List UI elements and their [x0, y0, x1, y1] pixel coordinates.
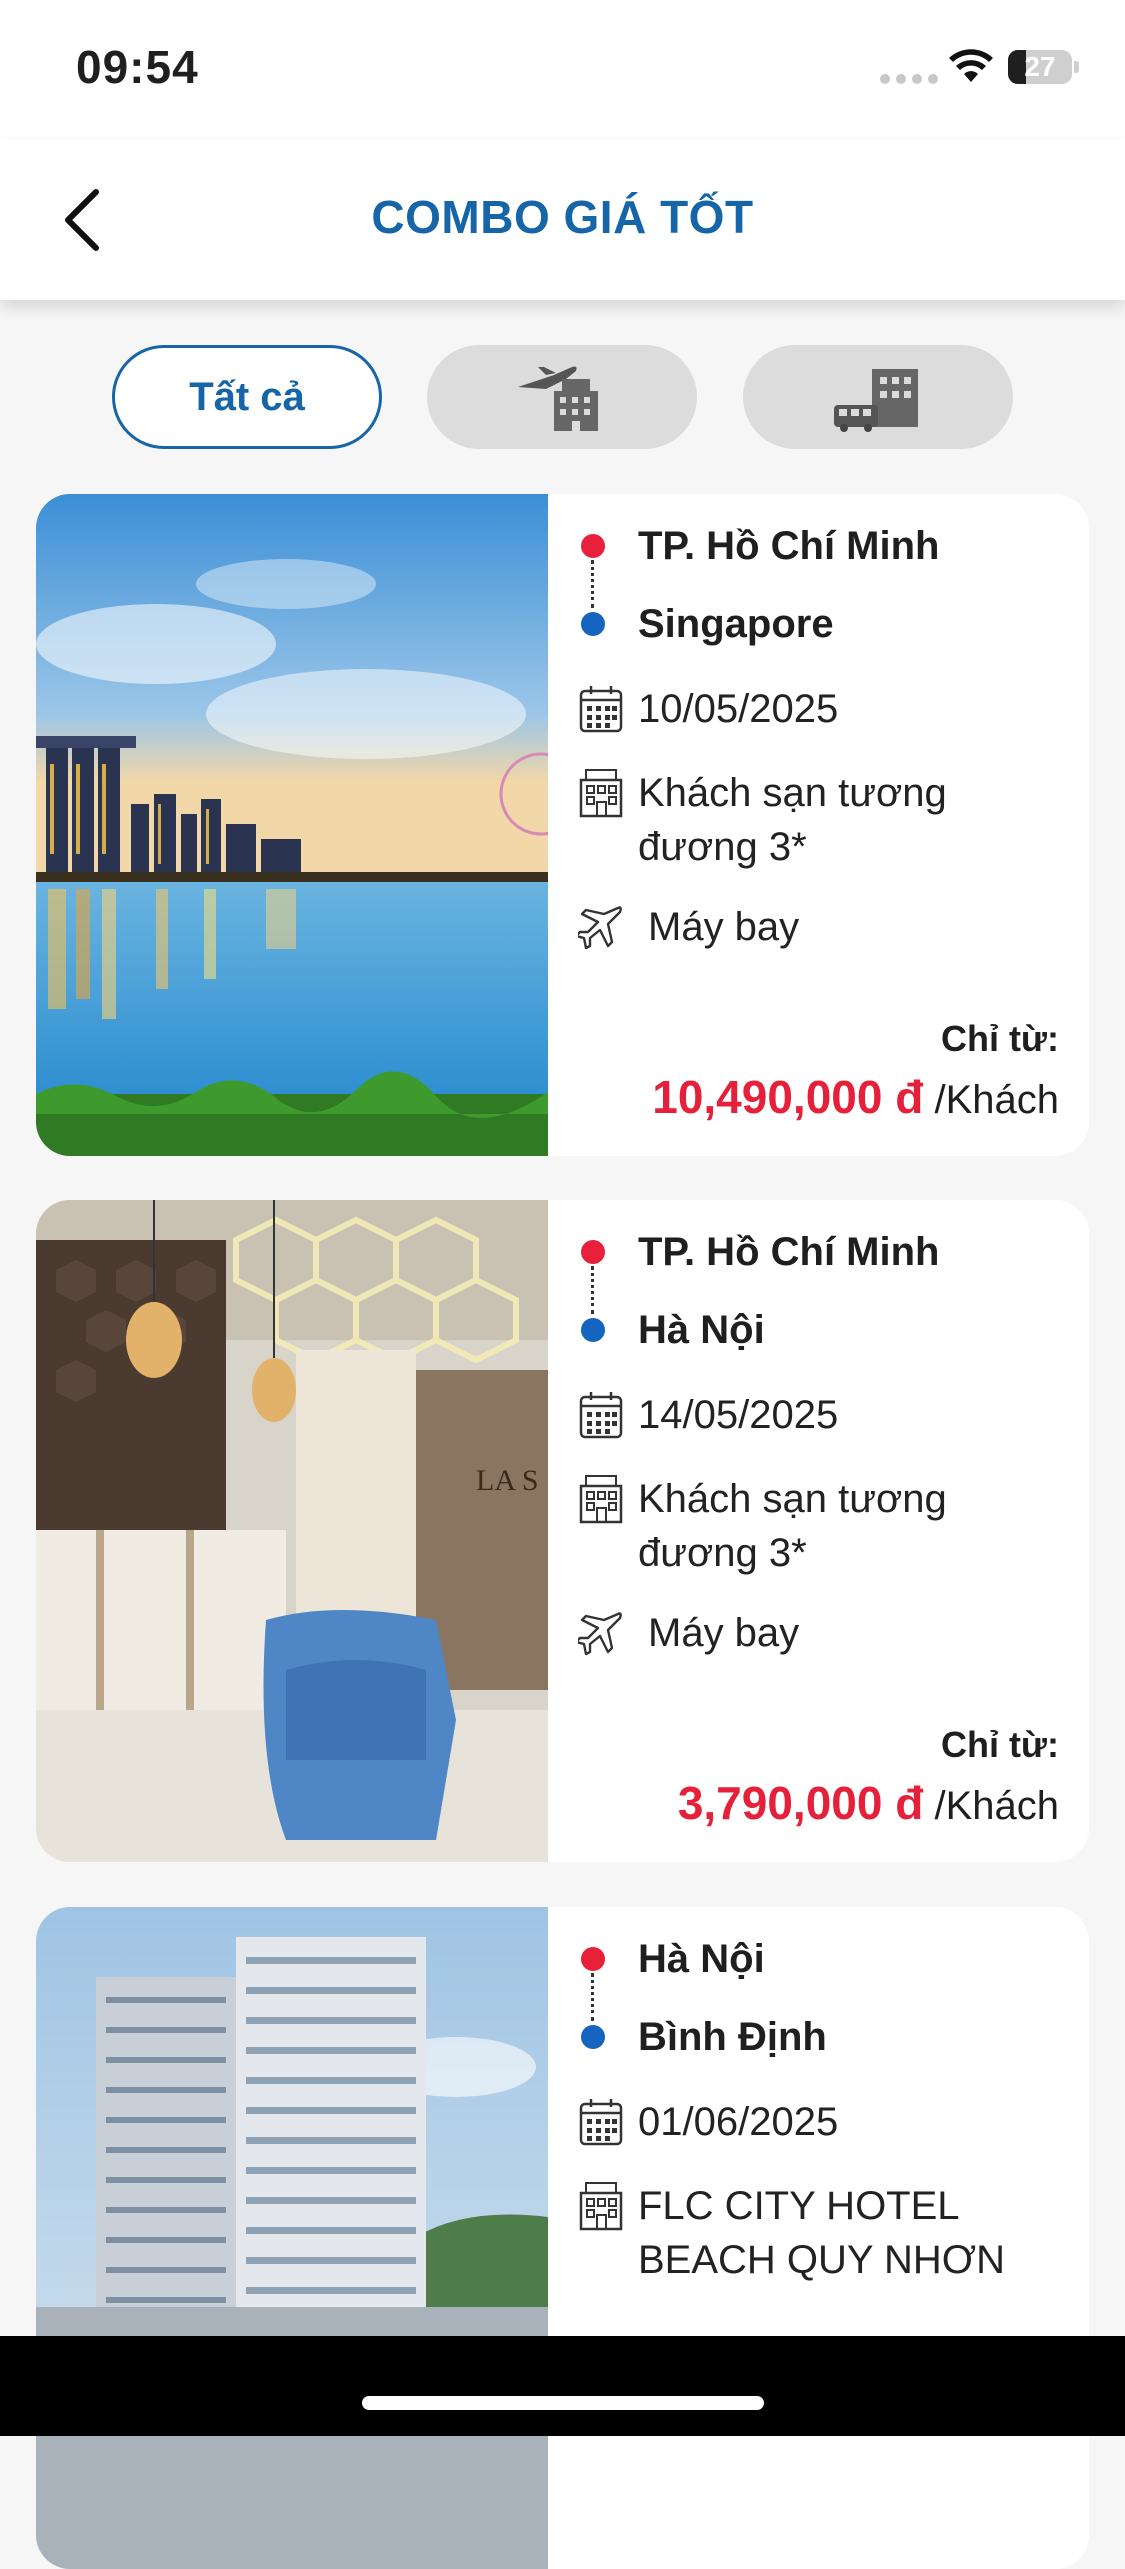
airplane-icon: [578, 1612, 622, 1656]
combo-info: TP. Hồ Chí Minh Hà Nội 14/05/2025 Khách …: [548, 1200, 1089, 1862]
destination-dot: [581, 1318, 605, 1342]
price-row: 10,490,000 đ /Khách: [652, 1070, 1059, 1124]
combo-card[interactable]: LA S TP. Hồ Chí Minh Hà Nội 14/05/2025 K…: [36, 1200, 1089, 1862]
airplane-icon: [578, 906, 622, 950]
combo-photo-singapore: [36, 494, 548, 1156]
combo-info: TP. Hồ Chí Minh Singapore 10/05/2025 Khá…: [548, 494, 1089, 1156]
page-title: COMBO GIÁ TỐT: [371, 191, 754, 243]
combo-card[interactable]: TP. Hồ Chí Minh Singapore 10/05/2025 Khá…: [36, 494, 1089, 1156]
calendar-icon: [579, 1392, 623, 1439]
price-label: Chỉ từ:: [940, 1724, 1059, 1765]
route-line: [591, 1973, 594, 2021]
battery-tip: [1074, 61, 1079, 73]
battery-level: 27: [1024, 51, 1056, 82]
wifi-icon: [949, 49, 993, 82]
combo-photo-flc-hotel: [36, 1907, 548, 2569]
hotel-name-line2: đương 3*: [638, 825, 807, 869]
origin-city: TP. Hồ Chí Minh: [638, 1230, 940, 1274]
home-indicator[interactable]: [362, 2396, 764, 2410]
hotel-name-line2: BEACH QUY NHƠN: [638, 2238, 1005, 2282]
hotel-name: Khách sạn tương đương 3*: [638, 1472, 947, 1580]
combo-card[interactable]: Hà Nội Bình Định 01/06/2025 FLC CITY HOT…: [36, 1907, 1089, 2569]
hotel-icon: [579, 2182, 623, 2231]
combo-info: Hà Nội Bình Định 01/06/2025 FLC CITY HOT…: [548, 1907, 1089, 2569]
calendar-icon: [579, 2099, 623, 2146]
hotel-name-line1: Khách sạn tương: [638, 771, 947, 815]
cellular-signal-icon: [880, 74, 938, 84]
hotel-name: Khách sạn tương đương 3*: [638, 766, 947, 874]
bus-hotel-icon: [834, 369, 918, 432]
svg-text:LA S: LA S: [476, 1464, 539, 1497]
status-bar: 09:54 27: [0, 0, 1125, 140]
price-row: 3,790,000 đ /Khách: [678, 1776, 1059, 1830]
transport-type: Máy bay: [648, 1611, 800, 1655]
combo-date: 10/05/2025: [638, 687, 839, 731]
filter-bus-hotel-chip[interactable]: [743, 345, 1013, 449]
plane-hotel-icon: [518, 366, 598, 431]
battery-icon: 27: [1008, 50, 1072, 84]
origin-dot: [581, 1947, 605, 1971]
filter-all-label: Tất cả: [189, 374, 305, 419]
price-unit: /Khách: [934, 1784, 1059, 1828]
hotel-name-line1: Khách sạn tương: [638, 1477, 947, 1521]
destination-city: Bình Định: [638, 2015, 827, 2059]
hotel-icon: [579, 1475, 623, 1524]
destination-dot: [581, 612, 605, 636]
hotel-name: FLC CITY HOTEL BEACH QUY NHƠN: [638, 2179, 1005, 2287]
hotel-icon: [579, 769, 623, 818]
hotel-name-line2: đương 3*: [638, 1531, 807, 1575]
bottom-bar: [0, 2336, 1125, 2436]
combo-date: 14/05/2025: [638, 1393, 839, 1437]
filter-flight-hotel-chip[interactable]: [427, 345, 697, 449]
price-value: 10,490,000 đ: [652, 1071, 924, 1123]
combo-photo-hotel-lobby: LA S: [36, 1200, 548, 1862]
status-time: 09:54: [76, 41, 199, 93]
origin-city: TP. Hồ Chí Minh: [638, 524, 940, 568]
hotel-name-line1: FLC CITY HOTEL: [638, 2184, 960, 2228]
route-line: [591, 1266, 594, 1314]
origin-city: Hà Nội: [638, 1937, 765, 1981]
origin-dot: [581, 534, 605, 558]
destination-city: Singapore: [638, 602, 834, 646]
origin-dot: [581, 1240, 605, 1264]
route-line: [591, 560, 594, 608]
price-label: Chỉ từ:: [940, 1018, 1059, 1059]
nav-header: COMBO GIÁ TỐT: [0, 140, 1125, 300]
destination-dot: [581, 2025, 605, 2049]
calendar-icon: [579, 686, 623, 733]
combo-date: 01/06/2025: [638, 2100, 839, 2144]
price-unit: /Khách: [934, 1078, 1059, 1122]
filter-all-chip[interactable]: Tất cả: [112, 345, 382, 449]
destination-city: Hà Nội: [638, 1308, 765, 1352]
price-value: 3,790,000 đ: [677, 1777, 924, 1829]
transport-type: Máy bay: [648, 905, 800, 949]
